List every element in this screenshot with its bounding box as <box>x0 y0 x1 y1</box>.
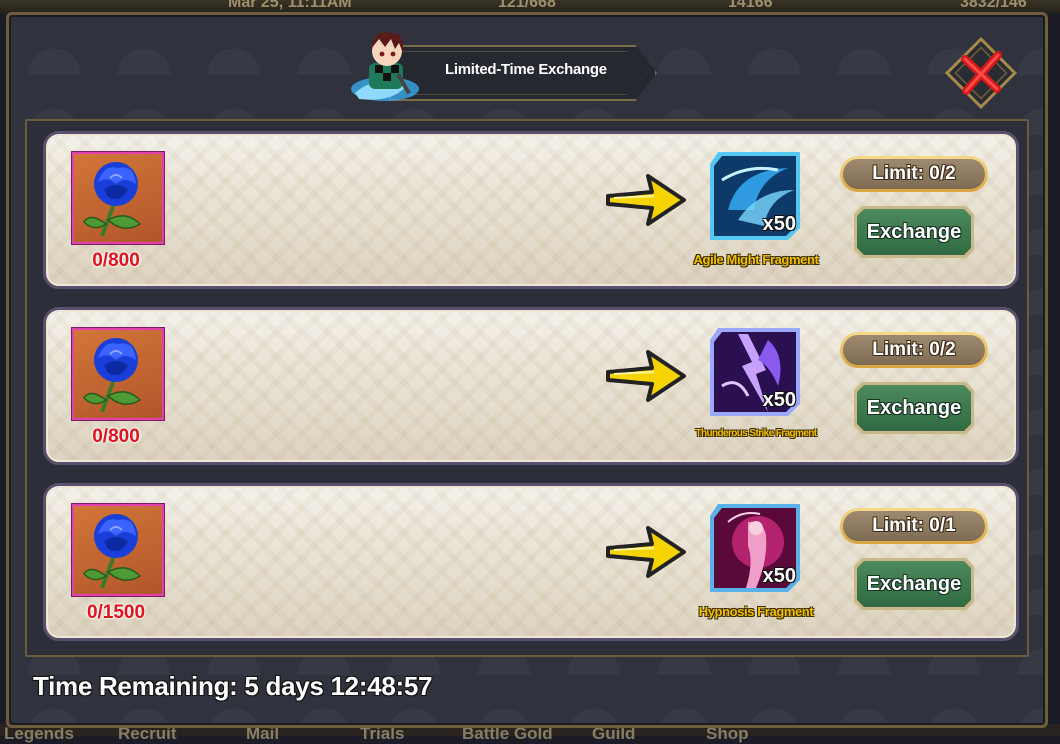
exchange-button-label: Exchange <box>857 385 971 431</box>
close-x-icon <box>944 36 1018 110</box>
exchange-list[interactable]: 0/800 x50 Agile Might Fragment Limit: 0/… <box>25 119 1029 657</box>
cost-progress: 0/800 <box>92 250 140 271</box>
background-clock: Mar 25, 11:11AM <box>228 0 352 11</box>
limit-badge: Limit: 0/1 <box>840 508 988 544</box>
reward-quantity: x50 <box>762 565 796 587</box>
arrow-right-icon <box>606 350 686 402</box>
blue-rose-icon[interactable] <box>72 328 164 420</box>
mascot-character-icon <box>351 32 419 101</box>
blue-rose-icon[interactable] <box>72 152 164 244</box>
limit-text: Limit: 0/2 <box>843 335 985 365</box>
limit-badge: Limit: 0/2 <box>840 332 988 368</box>
exchange-button[interactable]: Exchange <box>854 558 974 610</box>
exchange-button-label: Exchange <box>857 209 971 255</box>
exchange-button-label: Exchange <box>857 561 971 607</box>
exchange-dialog: Limited-Time Exchange 0/800 x50 Agile Mi… <box>6 12 1048 728</box>
reward-quantity: x50 <box>762 389 796 411</box>
exchange-row: 0/800 x50 Agile Might Fragment Limit: 0/… <box>43 131 1019 289</box>
limit-text: Limit: 0/1 <box>843 511 985 541</box>
arrow-right-icon <box>606 174 686 226</box>
blue-rose-icon[interactable] <box>72 504 164 596</box>
exchange-row: 0/1500 x50 Hypnosis Fragment Limit: 0/1 <box>43 483 1019 641</box>
exchange-button[interactable]: Exchange <box>854 206 974 258</box>
background-counter: 14166 <box>728 0 773 11</box>
thunderous-strike-fragment-icon[interactable]: x50 <box>708 326 802 418</box>
dialog-title: Limited-Time Exchange <box>445 61 607 78</box>
limit-badge: Limit: 0/2 <box>840 156 988 192</box>
reward-quantity: x50 <box>762 213 796 235</box>
cost-progress: 0/800 <box>92 426 140 447</box>
agile-might-fragment-icon[interactable]: x50 <box>708 150 802 242</box>
background-counter: 3832/146 <box>960 0 1027 11</box>
close-button[interactable] <box>941 33 1021 113</box>
exchange-row: 0/800 x50 Thunderous Strike Fragment Lim… <box>43 307 1019 465</box>
reward-name: Thunderous Strike Fragment <box>695 428 817 439</box>
exchange-button[interactable]: Exchange <box>854 382 974 434</box>
reward-name: Agile Might Fragment <box>693 252 819 267</box>
time-remaining: Time Remaining: 5 days 12:48:57 <box>33 671 433 701</box>
arrow-right-icon <box>606 526 686 578</box>
reward-name: Hypnosis Fragment <box>698 604 814 619</box>
background-counter: 121/668 <box>498 0 556 11</box>
dialog-header: Limited-Time Exchange <box>345 32 665 105</box>
hypnosis-fragment-icon[interactable]: x50 <box>708 502 802 594</box>
cost-progress: 0/1500 <box>86 602 146 623</box>
limit-text: Limit: 0/2 <box>843 159 985 189</box>
